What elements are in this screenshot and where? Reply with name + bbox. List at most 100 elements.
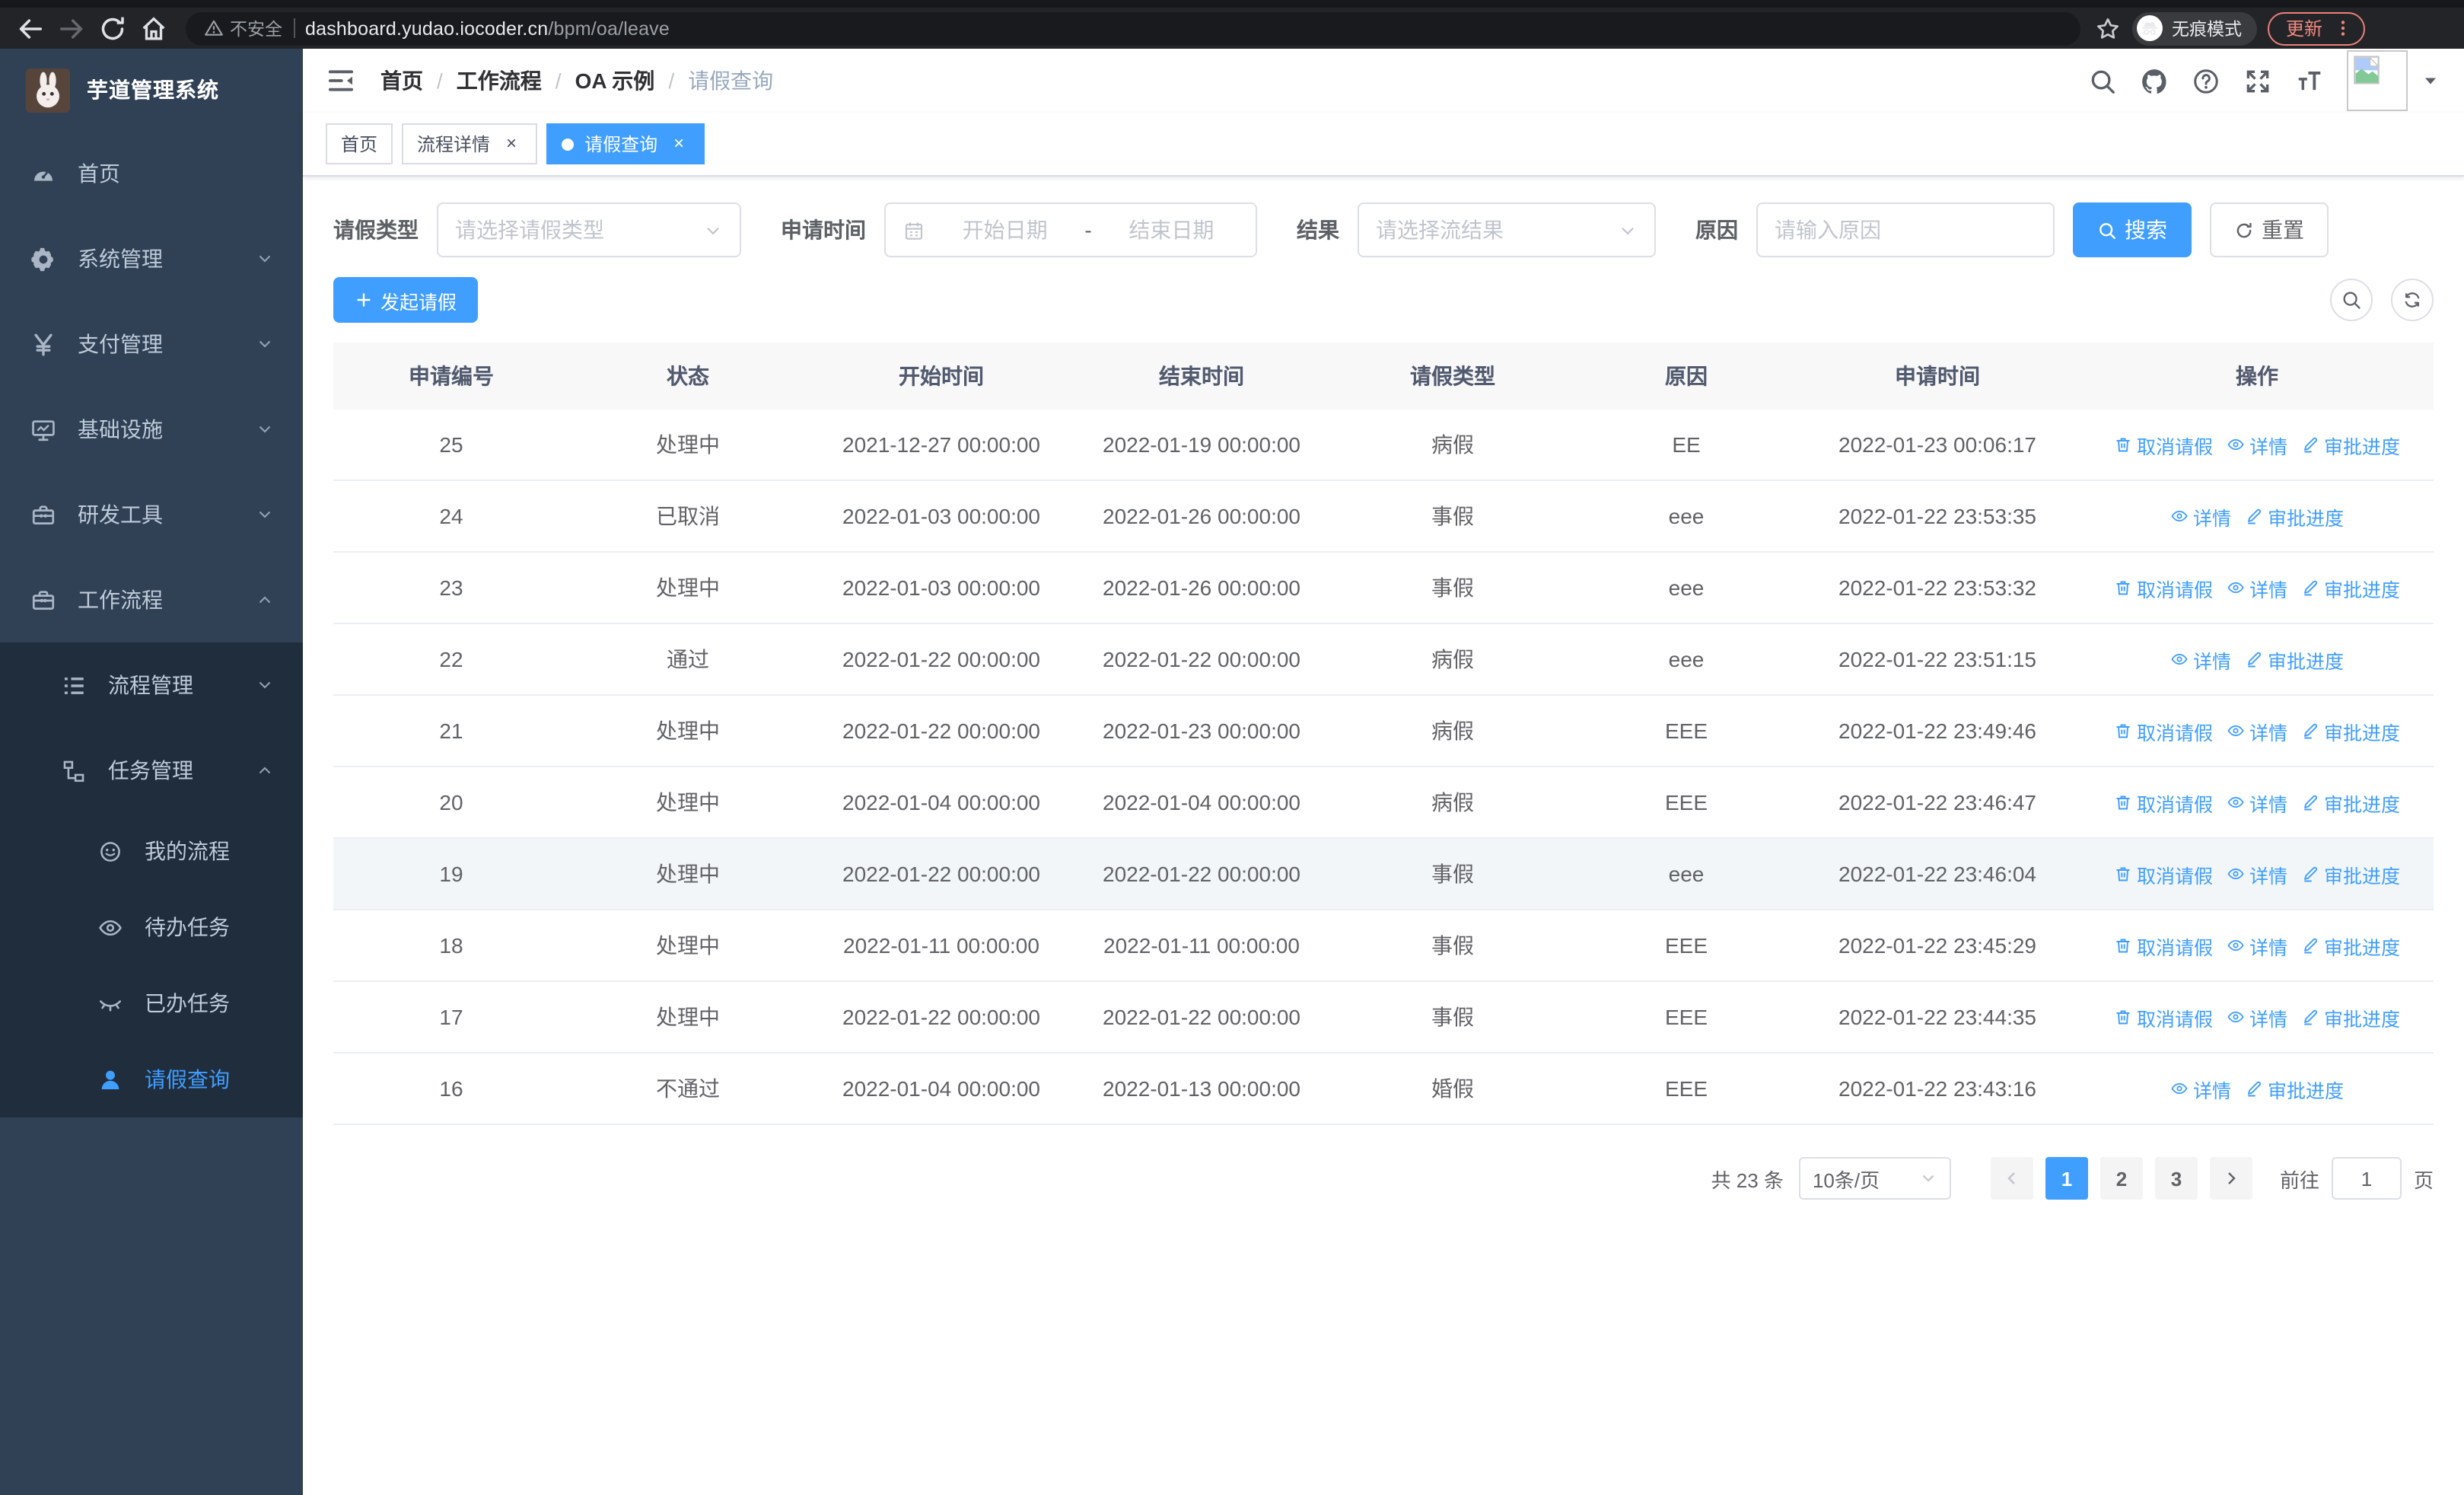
help-icon[interactable]: [2192, 66, 2220, 95]
table-row[interactable]: 24 已取消 2022-01-03 00:00:00 2022-01-26 00:00…: [333, 481, 2434, 553]
sidebar-item-流程管理[interactable]: 流程管理: [0, 642, 303, 728]
sidebar-item-首页[interactable]: 首页: [0, 131, 303, 216]
prev-page-button[interactable]: [1990, 1157, 2033, 1200]
reason-input[interactable]: [1758, 204, 2053, 256]
table-row[interactable]: 16 不通过 2022-01-04 00:00:00 2022-01-13 00:00…: [333, 1054, 2434, 1125]
reset-button[interactable]: 重置: [2210, 202, 2329, 257]
apply-time-range-picker[interactable]: 开始日期 - 结束日期: [884, 202, 1257, 257]
action-审批进度[interactable]: 审批进度: [2245, 1074, 2344, 1103]
action-取消请假[interactable]: 取消请假: [2114, 716, 2213, 745]
action-详情[interactable]: 详情: [2170, 502, 2231, 531]
app-logo-row[interactable]: 芋道管理系统: [0, 49, 303, 131]
home-icon[interactable]: [138, 13, 169, 43]
breadcrumb-item[interactable]: 工作流程: [457, 65, 542, 96]
briefcase-icon: [30, 587, 56, 613]
table-row[interactable]: 25 处理中 2021-12-27 00:00:00 2022-01-19 00:00…: [333, 410, 2434, 481]
sidebar-item-支付管理[interactable]: 支付管理: [0, 301, 303, 387]
table-row[interactable]: 17 处理中 2022-01-22 00:00:00 2022-01-22 00:00…: [333, 982, 2434, 1054]
page-button-1[interactable]: 1: [2045, 1157, 2088, 1200]
cell-type: 婚假: [1431, 1076, 1474, 1101]
action-审批进度[interactable]: 审批进度: [2245, 645, 2344, 674]
security-label[interactable]: 不安全: [204, 16, 282, 40]
table-row[interactable]: 22 通过 2022-01-22 00:00:00 2022-01-22 00:00:…: [333, 624, 2434, 696]
close-icon[interactable]: ×: [668, 132, 689, 155]
action-审批进度[interactable]: 审批进度: [2301, 430, 2400, 459]
font-size-icon[interactable]: [2295, 66, 2324, 95]
table-row[interactable]: 19 处理中 2022-01-22 00:00:00 2022-01-22 00:00…: [333, 839, 2434, 910]
sidebar-item-已办任务[interactable]: 已办任务: [0, 965, 303, 1041]
browser-update-button[interactable]: 更新: [2268, 11, 2366, 45]
sidebar-item-系统管理[interactable]: 系统管理: [0, 216, 303, 301]
action-label: 取消请假: [2136, 436, 2213, 457]
action-取消请假[interactable]: 取消请假: [2114, 931, 2213, 960]
sidebar-toggle-icon[interactable]: [326, 65, 356, 96]
search-button[interactable]: 搜索: [2073, 202, 2192, 257]
action-详情[interactable]: 详情: [2227, 788, 2287, 817]
breadcrumb-item[interactable]: OA 示例: [575, 65, 655, 96]
action-审批进度[interactable]: 审批进度: [2301, 931, 2400, 960]
cell-applied: 2022-01-22 23:51:15: [1838, 647, 2036, 671]
cell-start: 2022-01-04 00:00:00: [842, 1076, 1040, 1101]
address-bar[interactable]: 不安全 dashboard.yudao.iocoder.cn/bpm/oa/le…: [186, 11, 2080, 45]
bookmark-star-icon[interactable]: [2094, 14, 2122, 42]
action-详情[interactable]: 详情: [2227, 859, 2287, 888]
action-审批进度[interactable]: 审批进度: [2301, 788, 2400, 817]
search-icon[interactable]: [2088, 66, 2117, 95]
table-row[interactable]: 21 处理中 2022-01-22 00:00:00 2022-01-23 00:00…: [333, 696, 2434, 767]
page-button-2[interactable]: 2: [2099, 1157, 2143, 1200]
back-icon[interactable]: [15, 13, 46, 43]
action-取消请假[interactable]: 取消请假: [2114, 573, 2213, 602]
action-详情[interactable]: 详情: [2227, 573, 2287, 602]
cell-actions: 取消请假 详情 审批进度: [2080, 859, 2434, 888]
action-详情[interactable]: 详情: [2170, 1074, 2231, 1103]
action-label: 审批进度: [2324, 937, 2401, 958]
avatar[interactable]: [2347, 50, 2408, 111]
table-row[interactable]: 20 处理中 2022-01-04 00:00:00 2022-01-04 00:00…: [333, 767, 2434, 839]
sidebar-item-请假查询[interactable]: 请假查询: [0, 1041, 303, 1117]
more-vertical-icon[interactable]: [2333, 18, 2353, 38]
action-取消请假[interactable]: 取消请假: [2114, 788, 2213, 817]
action-审批进度[interactable]: 审批进度: [2301, 859, 2400, 888]
sidebar-item-我的流程[interactable]: 我的流程: [0, 813, 303, 889]
action-审批进度[interactable]: 审批进度: [2245, 502, 2344, 531]
action-审批进度[interactable]: 审批进度: [2301, 573, 2400, 602]
sidebar-item-待办任务[interactable]: 待办任务: [0, 889, 303, 965]
table-row[interactable]: 23 处理中 2022-01-03 00:00:00 2022-01-26 00:00…: [333, 553, 2434, 624]
refresh-table-button[interactable]: [2391, 279, 2434, 321]
forward-icon[interactable]: [56, 13, 87, 43]
action-详情[interactable]: 详情: [2227, 430, 2287, 459]
caret-down-icon[interactable]: [2421, 72, 2440, 90]
sidebar-item-研发工具[interactable]: 研发工具: [0, 472, 303, 557]
page-button-3[interactable]: 3: [2154, 1157, 2198, 1200]
sidebar-item-任务管理[interactable]: 任务管理: [0, 728, 303, 813]
fullscreen-icon[interactable]: [2243, 66, 2272, 95]
action-取消请假[interactable]: 取消请假: [2114, 859, 2213, 888]
tab-请假查询[interactable]: 请假查询 ×: [546, 123, 705, 164]
tab-流程详情[interactable]: 流程详情 ×: [402, 123, 538, 164]
action-详情[interactable]: 详情: [2227, 931, 2287, 960]
create-leave-button[interactable]: 发起请假: [333, 277, 479, 323]
action-取消请假[interactable]: 取消请假: [2114, 1003, 2213, 1031]
action-取消请假[interactable]: 取消请假: [2114, 430, 2213, 459]
page: 不安全 dashboard.yudao.iocoder.cn/bpm/oa/le…: [0, 0, 2464, 1495]
result-select[interactable]: 请选择流结果: [1358, 202, 1656, 257]
action-审批进度[interactable]: 审批进度: [2301, 716, 2400, 745]
breadcrumb-item[interactable]: 首页: [380, 65, 423, 96]
result-label: 结果: [1297, 218, 1339, 242]
reload-icon[interactable]: [97, 13, 128, 43]
tab-首页[interactable]: 首页: [326, 123, 393, 164]
close-icon[interactable]: ×: [501, 132, 522, 155]
action-详情[interactable]: 详情: [2227, 716, 2287, 745]
sidebar-item-工作流程[interactable]: 工作流程: [0, 557, 303, 642]
next-page-button[interactable]: [2209, 1157, 2252, 1200]
sidebar-item-基础设施[interactable]: 基础设施: [0, 387, 303, 472]
action-审批进度[interactable]: 审批进度: [2301, 1003, 2400, 1031]
action-详情[interactable]: 详情: [2170, 645, 2231, 674]
toggle-search-button[interactable]: [2330, 279, 2373, 321]
action-详情[interactable]: 详情: [2227, 1003, 2287, 1031]
jump-page-input[interactable]: [2331, 1157, 2402, 1200]
page-size-select[interactable]: 10条/页: [1798, 1157, 1951, 1200]
github-icon[interactable]: [2140, 66, 2169, 95]
table-row[interactable]: 18 处理中 2022-01-11 00:00:00 2022-01-11 00:00…: [333, 910, 2434, 982]
leave-type-select[interactable]: 请选择请假类型: [437, 202, 741, 257]
